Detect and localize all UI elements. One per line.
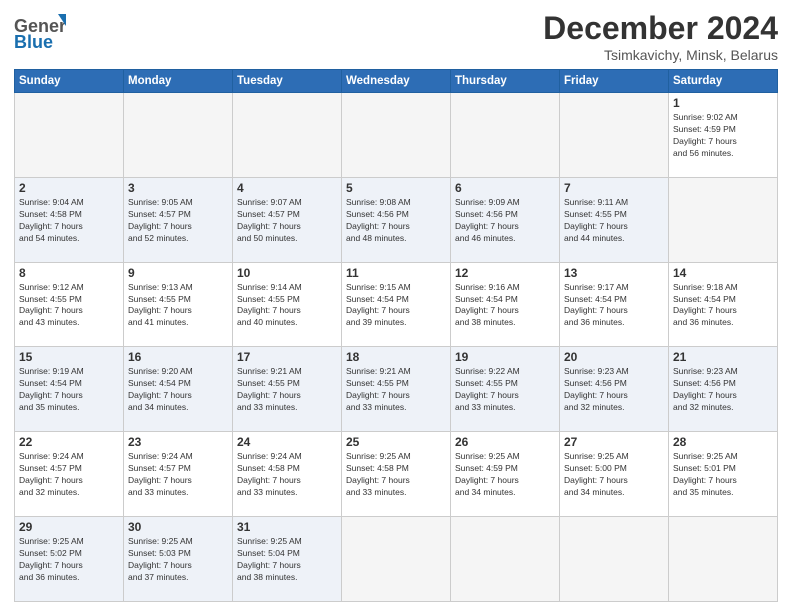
- table-row: 3Sunrise: 9:05 AMSunset: 4:57 PMDaylight…: [124, 177, 233, 262]
- logo: General Blue: [14, 10, 66, 54]
- calendar-table: Sunday Monday Tuesday Wednesday Thursday…: [14, 69, 778, 602]
- empty-cell: [560, 93, 669, 178]
- table-row: 7Sunrise: 9:11 AMSunset: 4:55 PMDaylight…: [560, 177, 669, 262]
- table-row: 30Sunrise: 9:25 AMSunset: 5:03 PMDayligh…: [124, 517, 233, 602]
- table-row: [560, 517, 669, 602]
- table-row: 27Sunrise: 9:25 AMSunset: 5:00 PMDayligh…: [560, 432, 669, 517]
- table-row: 23Sunrise: 9:24 AMSunset: 4:57 PMDayligh…: [124, 432, 233, 517]
- table-row: 20Sunrise: 9:23 AMSunset: 4:56 PMDayligh…: [560, 347, 669, 432]
- table-row: 24Sunrise: 9:24 AMSunset: 4:58 PMDayligh…: [233, 432, 342, 517]
- header-row: Sunday Monday Tuesday Wednesday Thursday…: [15, 70, 778, 93]
- table-row: 9Sunrise: 9:13 AMSunset: 4:55 PMDaylight…: [124, 262, 233, 347]
- table-row: 11Sunrise: 9:15 AMSunset: 4:54 PMDayligh…: [342, 262, 451, 347]
- empty-cell: [124, 93, 233, 178]
- logo-icon: General Blue: [14, 10, 66, 54]
- col-friday: Friday: [560, 70, 669, 93]
- header: General Blue December 2024 Tsimkavichy, …: [14, 10, 778, 63]
- table-row: 12Sunrise: 9:16 AMSunset: 4:54 PMDayligh…: [451, 262, 560, 347]
- empty-cell: [451, 93, 560, 178]
- col-wednesday: Wednesday: [342, 70, 451, 93]
- table-row: [342, 517, 451, 602]
- page-container: General Blue December 2024 Tsimkavichy, …: [0, 0, 792, 612]
- location: Tsimkavichy, Minsk, Belarus: [543, 47, 778, 63]
- table-row: 31Sunrise: 9:25 AMSunset: 5:04 PMDayligh…: [233, 517, 342, 602]
- table-row: 13Sunrise: 9:17 AMSunset: 4:54 PMDayligh…: [560, 262, 669, 347]
- table-row: 15Sunrise: 9:19 AMSunset: 4:54 PMDayligh…: [15, 347, 124, 432]
- table-row: 14Sunrise: 9:18 AMSunset: 4:54 PMDayligh…: [669, 262, 778, 347]
- empty-cell: [15, 93, 124, 178]
- table-row: 1Sunrise: 9:02 AMSunset: 4:59 PMDaylight…: [669, 93, 778, 178]
- col-thursday: Thursday: [451, 70, 560, 93]
- month-title: December 2024: [543, 10, 778, 47]
- table-row: 16Sunrise: 9:20 AMSunset: 4:54 PMDayligh…: [124, 347, 233, 432]
- table-row: 18Sunrise: 9:21 AMSunset: 4:55 PMDayligh…: [342, 347, 451, 432]
- table-row: 5Sunrise: 9:08 AMSunset: 4:56 PMDaylight…: [342, 177, 451, 262]
- table-row: 10Sunrise: 9:14 AMSunset: 4:55 PMDayligh…: [233, 262, 342, 347]
- table-row: [669, 177, 778, 262]
- table-row: 25Sunrise: 9:25 AMSunset: 4:58 PMDayligh…: [342, 432, 451, 517]
- col-saturday: Saturday: [669, 70, 778, 93]
- table-row: 17Sunrise: 9:21 AMSunset: 4:55 PMDayligh…: [233, 347, 342, 432]
- table-row: 28Sunrise: 9:25 AMSunset: 5:01 PMDayligh…: [669, 432, 778, 517]
- table-row: 8Sunrise: 9:12 AMSunset: 4:55 PMDaylight…: [15, 262, 124, 347]
- table-row: 19Sunrise: 9:22 AMSunset: 4:55 PMDayligh…: [451, 347, 560, 432]
- table-row: 4Sunrise: 9:07 AMSunset: 4:57 PMDaylight…: [233, 177, 342, 262]
- col-monday: Monday: [124, 70, 233, 93]
- svg-text:Blue: Blue: [14, 32, 53, 52]
- col-tuesday: Tuesday: [233, 70, 342, 93]
- table-row: 22Sunrise: 9:24 AMSunset: 4:57 PMDayligh…: [15, 432, 124, 517]
- empty-cell: [233, 93, 342, 178]
- empty-cell: [342, 93, 451, 178]
- table-row: 26Sunrise: 9:25 AMSunset: 4:59 PMDayligh…: [451, 432, 560, 517]
- table-row: [669, 517, 778, 602]
- title-section: December 2024 Tsimkavichy, Minsk, Belaru…: [543, 10, 778, 63]
- table-row: 21Sunrise: 9:23 AMSunset: 4:56 PMDayligh…: [669, 347, 778, 432]
- table-row: 2Sunrise: 9:04 AMSunset: 4:58 PMDaylight…: [15, 177, 124, 262]
- table-row: [451, 517, 560, 602]
- col-sunday: Sunday: [15, 70, 124, 93]
- table-row: 6Sunrise: 9:09 AMSunset: 4:56 PMDaylight…: [451, 177, 560, 262]
- table-row: 29Sunrise: 9:25 AMSunset: 5:02 PMDayligh…: [15, 517, 124, 602]
